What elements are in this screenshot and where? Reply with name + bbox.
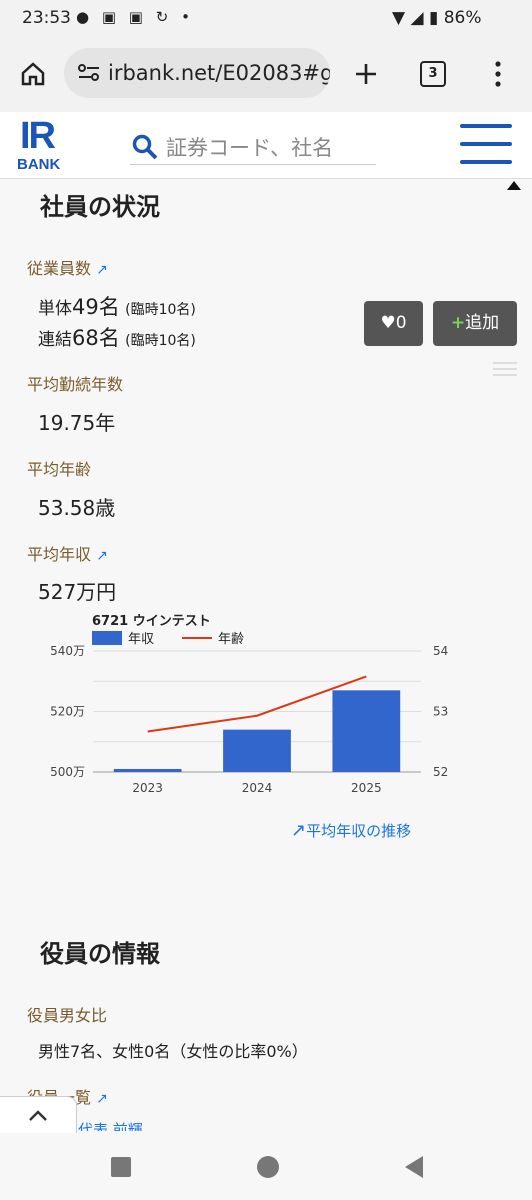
like-button[interactable]: ♥0 bbox=[364, 301, 423, 346]
officer-partial-text: 代表 前輝 bbox=[78, 1121, 143, 1131]
legend-swatch-bar bbox=[92, 631, 122, 645]
address-bar[interactable]: irbank.net/E02083#g bbox=[64, 48, 330, 98]
search-icon[interactable] bbox=[132, 134, 158, 160]
home-icon[interactable] bbox=[20, 62, 46, 86]
plus-icon: + bbox=[450, 313, 466, 333]
site-header: IR BANK 証券コード、社名 bbox=[0, 112, 532, 179]
browser-toolbar: irbank.net/E02083#g 3 bbox=[0, 36, 532, 112]
tenure-value: 19.75年 bbox=[38, 411, 116, 435]
bar-2023[interactable] bbox=[113, 768, 182, 772]
section-title-officers: 役員の情報 bbox=[40, 940, 160, 968]
search-placeholder: 証券コード、社名 bbox=[166, 136, 334, 160]
status-right: ▼ ◢ ▮ 86% bbox=[392, 8, 482, 28]
back-button[interactable] bbox=[403, 1155, 425, 1179]
battery-icon: ▮ bbox=[428, 8, 439, 28]
salary-trend-link[interactable]: ↗平均年収の推移 bbox=[291, 820, 411, 841]
age-label: 平均年齢 bbox=[27, 460, 92, 479]
external-link-icon[interactable]: ↗ bbox=[96, 548, 108, 564]
salary-value: 527万円 bbox=[38, 580, 117, 604]
external-link-icon[interactable]: ↗ bbox=[96, 1091, 108, 1107]
salary-chart: 6721 ウインテスト 年収 年齢 500万 520万 540万 52 53 54 2023 2… bbox=[50, 614, 448, 795]
y-tick-left: 500万 bbox=[50, 765, 85, 779]
x-tick: 2023 bbox=[132, 781, 163, 795]
tab-switcher-button[interactable]: 3 bbox=[420, 61, 446, 87]
employees-consolidated: 連結68名 (臨時10名) bbox=[38, 326, 196, 350]
section-title-employees: 社員の状況 bbox=[40, 193, 160, 221]
system-nav-bar bbox=[0, 1133, 532, 1200]
external-link-icon[interactable]: ↗ bbox=[96, 262, 108, 278]
salary-label[interactable]: 平均年収 ↗ bbox=[27, 541, 108, 565]
gender-ratio-value: 男性7名、女性0名（女性の比率0%） bbox=[38, 1042, 308, 1061]
home-button[interactable] bbox=[257, 1156, 279, 1178]
y-tick-right: 52 bbox=[433, 765, 448, 779]
collapse-tab[interactable] bbox=[0, 1096, 77, 1135]
status-bar: 23:53 ● ▣ ▣ ↻ • ▼ ◢ ▮ 86% bbox=[0, 0, 532, 36]
signal-icon: ◢ bbox=[410, 8, 424, 28]
menu-dots-icon[interactable] bbox=[494, 61, 502, 87]
employees-label[interactable]: 従業員数 ↗ bbox=[27, 255, 108, 279]
y-tick-left: 540万 bbox=[50, 644, 85, 658]
new-tab-icon[interactable] bbox=[354, 62, 378, 86]
external-link-icon: ↗ bbox=[291, 820, 307, 841]
site-settings-icon[interactable] bbox=[78, 64, 100, 82]
age-value: 53.58歳 bbox=[38, 496, 116, 520]
url-text: irbank.net/E02083#g bbox=[108, 61, 330, 85]
bar-2025[interactable] bbox=[332, 690, 401, 772]
bar-2024[interactable] bbox=[223, 729, 291, 772]
x-tick: 2024 bbox=[242, 781, 273, 795]
y-tick-right: 53 bbox=[433, 705, 448, 719]
scroll-top-icon[interactable] bbox=[507, 181, 521, 191]
legend-label: 年齢 bbox=[218, 632, 244, 647]
x-tick: 2025 bbox=[351, 781, 382, 795]
status-time: 23:53 bbox=[22, 8, 71, 28]
add-button[interactable]: +追加 bbox=[433, 301, 517, 346]
logo-bank[interactable]: BANK bbox=[17, 156, 60, 173]
gender-ratio-label: 役員男女比 bbox=[27, 1006, 108, 1025]
employees-single: 単体49名 (臨時10名) bbox=[38, 295, 196, 319]
y-tick-right: 54 bbox=[433, 644, 448, 658]
notification-icons: ● ▣ ▣ ↻ • bbox=[76, 8, 194, 26]
battery-level: 86% bbox=[443, 8, 482, 28]
hamburger-menu-icon[interactable] bbox=[460, 124, 512, 166]
drag-handle-icon[interactable] bbox=[493, 362, 517, 376]
chevron-up-icon bbox=[29, 1110, 47, 1121]
y-tick-left: 520万 bbox=[50, 705, 85, 719]
chart-title: 6721 ウインテスト bbox=[92, 614, 211, 629]
recents-button[interactable] bbox=[111, 1157, 131, 1177]
legend-label: 年収 bbox=[128, 632, 154, 647]
search-input[interactable]: 証券コード、社名 bbox=[130, 128, 376, 165]
logo-ir[interactable]: IR bbox=[20, 115, 56, 158]
tenure-label: 平均勤続年数 bbox=[27, 375, 124, 394]
heart-icon: ♥ bbox=[380, 313, 396, 333]
wifi-icon: ▼ bbox=[392, 8, 406, 28]
